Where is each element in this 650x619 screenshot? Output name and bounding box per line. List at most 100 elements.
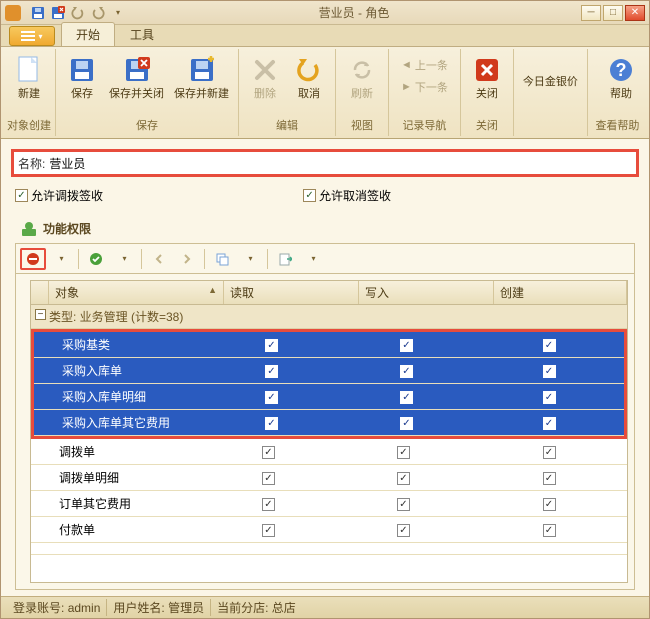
col-read[interactable]: 读取: [224, 281, 359, 304]
ribbon-group-help: ? 帮助 查看帮助: [588, 49, 647, 136]
cell-create[interactable]: ✓: [471, 444, 627, 459]
table-row[interactable]: 采购入库单✓✓✓: [34, 358, 624, 384]
price-icon: [534, 54, 566, 74]
collapse-icon[interactable]: −: [35, 309, 46, 320]
ribbon-group-edit: 删除 取消 编辑: [239, 49, 336, 136]
table-row[interactable]: [31, 543, 627, 555]
ribbon-tab-strip: ▾ 开始 工具: [1, 25, 649, 47]
delete-icon: [249, 54, 281, 86]
col-write[interactable]: 写入: [359, 281, 494, 304]
cell-object: 订单其它费用: [31, 495, 201, 512]
nav-next-button[interactable]: [174, 248, 200, 270]
cell-create[interactable]: ✓: [474, 363, 624, 378]
table-row[interactable]: 调拨单✓✓✓: [31, 439, 627, 465]
save-new-button[interactable]: 保存并新建: [169, 51, 234, 104]
cell-read[interactable]: ✓: [201, 444, 336, 459]
cell-write[interactable]: ✓: [339, 363, 474, 378]
table-row[interactable]: 订单其它费用✓✓✓: [31, 491, 627, 517]
checkbox-row: ✓允许调拨签收 ✓允许取消签收: [11, 187, 639, 204]
file-menu-button[interactable]: ▾: [9, 26, 55, 46]
status-user: 用户姓名: 管理员: [107, 599, 211, 616]
cell-write[interactable]: ✓: [339, 389, 474, 404]
grid-group-row[interactable]: − 类型: 业务管理 (计数=38): [31, 305, 627, 329]
cell-read[interactable]: ✓: [204, 363, 339, 378]
cell-create[interactable]: ✓: [471, 470, 627, 485]
table-row[interactable]: 付款单✓✓✓: [31, 517, 627, 543]
app-window: ▾ 营业员 - 角色 ─ □ ✕ ▾ 开始 工具 新建 对象创建: [0, 0, 650, 619]
save-button[interactable]: 保存: [60, 51, 104, 104]
save-new-icon: [186, 54, 218, 86]
ribbon-group-save: 保存 保存并关闭 保存并新建 保存: [56, 49, 239, 136]
save-close-button[interactable]: 保存并关闭: [104, 51, 169, 104]
cell-object: 采购入库单明细: [34, 388, 204, 405]
allow-cancel-checkbox[interactable]: ✓允许取消签收: [303, 187, 391, 204]
export-button[interactable]: [272, 248, 298, 270]
qat-saveclose-icon[interactable]: [49, 4, 67, 22]
cell-write[interactable]: ✓: [336, 444, 471, 459]
copy-dropdown[interactable]: ▾: [237, 248, 263, 270]
deny-all-dropdown[interactable]: ▾: [48, 248, 74, 270]
cell-create[interactable]: ✓: [471, 496, 627, 511]
cell-write[interactable]: ✓: [339, 337, 474, 352]
grid-body[interactable]: − 类型: 业务管理 (计数=38) 采购基类✓✓✓采购入库单✓✓✓采购入库单明…: [31, 305, 627, 582]
allow-all-dropdown[interactable]: ▾: [111, 248, 137, 270]
allow-transfer-checkbox[interactable]: ✓允许调拨签收: [15, 187, 103, 204]
window-controls: ─ □ ✕: [581, 5, 645, 21]
cell-read[interactable]: ✓: [204, 415, 339, 430]
next-record-button: ►下一条: [397, 77, 452, 97]
qat-undo-icon[interactable]: [69, 4, 87, 22]
cell-write[interactable]: ✓: [336, 496, 471, 511]
close-button[interactable]: 关闭: [465, 51, 509, 104]
help-button[interactable]: ? 帮助: [599, 51, 643, 104]
close-window-button[interactable]: ✕: [625, 5, 645, 21]
cell-write[interactable]: ✓: [339, 415, 474, 430]
new-button[interactable]: 新建: [7, 51, 51, 104]
cancel-button[interactable]: 取消: [287, 51, 331, 104]
qat-redo-icon[interactable]: [89, 4, 107, 22]
cell-create[interactable]: ✓: [474, 337, 624, 352]
qat-dropdown-icon[interactable]: ▾: [109, 4, 127, 22]
cell-read[interactable]: ✓: [201, 496, 336, 511]
col-object[interactable]: 对象▲: [49, 281, 224, 304]
delete-button: 删除: [243, 51, 287, 104]
name-input[interactable]: [45, 154, 632, 172]
cell-write[interactable]: ✓: [336, 470, 471, 485]
tab-start[interactable]: 开始: [61, 22, 115, 46]
ribbon-group-close: 关闭 关闭: [461, 49, 514, 136]
refresh-button: 刷新: [340, 51, 384, 104]
col-create[interactable]: 创建: [494, 281, 627, 304]
cell-object: 采购入库单其它费用: [34, 414, 204, 431]
maximize-button[interactable]: □: [603, 5, 623, 21]
minimize-button[interactable]: ─: [581, 5, 601, 21]
cell-read[interactable]: ✓: [201, 470, 336, 485]
table-row[interactable]: 调拨单明细✓✓✓: [31, 465, 627, 491]
name-label: 名称:: [18, 155, 45, 172]
cell-read[interactable]: ✓: [204, 389, 339, 404]
permissions-toolbar: ▾ ▾ ▾ ▾: [16, 244, 634, 274]
checkbox-icon: ✓: [15, 189, 28, 202]
cell-create[interactable]: ✓: [474, 415, 624, 430]
cell-object: 采购入库单: [34, 362, 204, 379]
cell-object: 调拨单明细: [31, 469, 201, 486]
cell-object: 付款单: [31, 521, 201, 538]
table-row[interactable]: 采购入库单明细✓✓✓: [34, 384, 624, 410]
tab-tools[interactable]: 工具: [115, 22, 169, 46]
status-branch: 当前分店: 总店: [211, 599, 302, 616]
cell-write[interactable]: ✓: [336, 522, 471, 537]
cell-create[interactable]: ✓: [471, 522, 627, 537]
ribbon: 新建 对象创建 保存 保存并关闭 保存并新建 保存: [1, 47, 649, 139]
name-field-highlight: 名称:: [11, 149, 639, 177]
nav-prev-button[interactable]: [146, 248, 172, 270]
gold-price-button[interactable]: 今日金银价: [518, 51, 583, 92]
copy-button[interactable]: [209, 248, 235, 270]
qat-save-icon[interactable]: [29, 4, 47, 22]
export-dropdown[interactable]: ▾: [300, 248, 326, 270]
table-row[interactable]: 采购基类✓✓✓: [34, 332, 624, 358]
allow-all-button[interactable]: [83, 248, 109, 270]
cell-read[interactable]: ✓: [201, 522, 336, 537]
cell-create[interactable]: ✓: [474, 389, 624, 404]
table-row[interactable]: 采购入库单其它费用✓✓✓: [34, 410, 624, 436]
cell-read[interactable]: ✓: [204, 337, 339, 352]
deny-all-button[interactable]: [20, 248, 46, 270]
selection-highlight: 采购基类✓✓✓采购入库单✓✓✓采购入库单明细✓✓✓采购入库单其它费用✓✓✓: [31, 329, 627, 439]
